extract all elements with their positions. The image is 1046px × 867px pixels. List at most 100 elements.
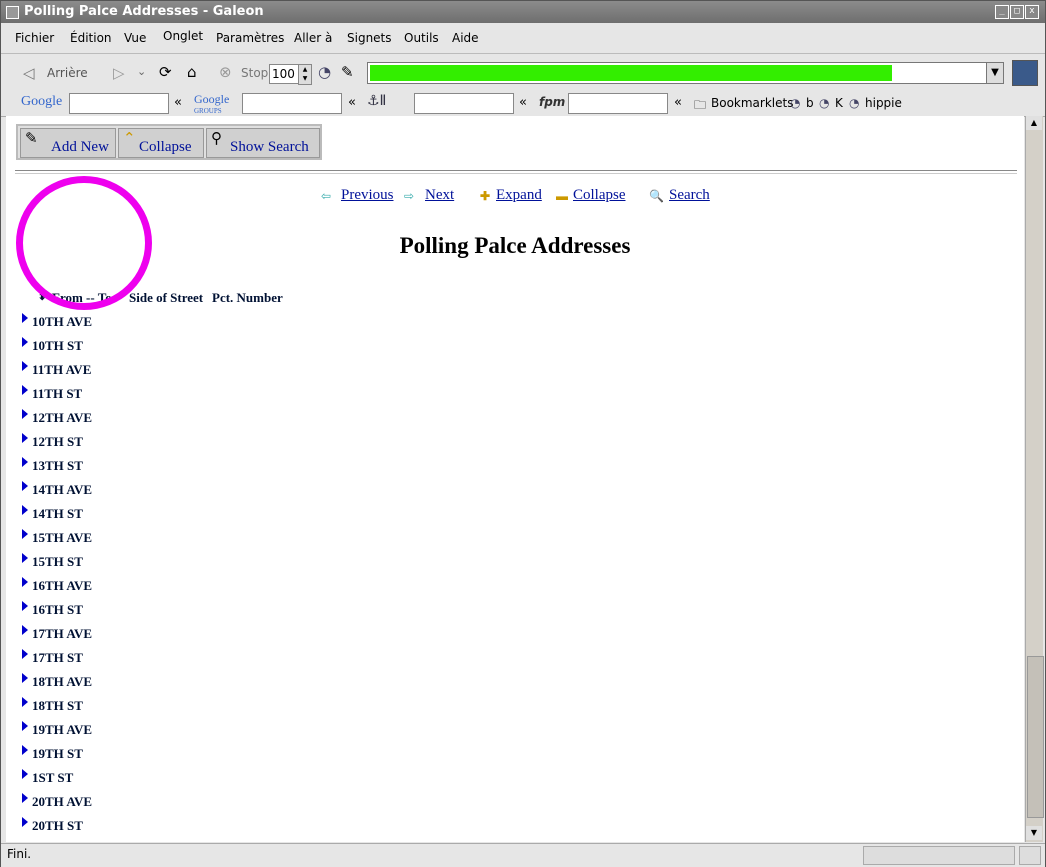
expand-triangle-icon[interactable] — [22, 313, 28, 323]
menu-aide[interactable]: Aide — [452, 31, 479, 45]
expand-triangle-icon[interactable] — [22, 385, 28, 395]
street-row[interactable]: 13TH ST — [22, 457, 83, 474]
expand-triangle-icon[interactable] — [22, 529, 28, 539]
title-bar[interactable]: Polling Palce Addresses - Galeon _ □ x — [1, 1, 1045, 23]
bookmark-k[interactable]: K — [835, 96, 843, 110]
street-row[interactable]: 18TH ST — [22, 697, 83, 714]
menu-aller[interactable]: Aller à — [294, 31, 332, 45]
expand-triangle-icon[interactable] — [22, 745, 28, 755]
street-row[interactable]: 17TH ST — [22, 649, 83, 666]
home-icon[interactable]: ⌂ — [187, 64, 197, 80]
column-from-to[interactable]: From -- To — [52, 290, 112, 306]
menu-parametres[interactable]: Paramètres — [216, 31, 284, 45]
forward-icon[interactable]: ▷ — [113, 65, 125, 81]
security-lock-icon[interactable] — [1019, 846, 1041, 865]
collapse-link[interactable]: Collapse — [573, 187, 626, 204]
street-row[interactable]: 12TH ST — [22, 433, 83, 450]
expand-triangle-icon[interactable] — [22, 649, 28, 659]
zoom-input[interactable]: 100 — [269, 64, 301, 84]
street-row[interactable]: 17TH AVE — [22, 625, 92, 642]
add-new-button[interactable]: ✎ Add New — [20, 128, 116, 158]
google-search-go[interactable]: « — [174, 95, 182, 110]
expand-link[interactable]: Expand — [496, 187, 542, 204]
expand-triangle-icon[interactable] — [22, 505, 28, 515]
street-row[interactable]: 19TH ST — [22, 745, 83, 762]
street-row[interactable]: 12TH AVE — [22, 409, 92, 426]
column-pct-number[interactable]: Pct. Number — [212, 290, 283, 306]
expand-triangle-icon[interactable] — [22, 577, 28, 587]
street-row[interactable]: 16TH AVE — [22, 577, 92, 594]
street-row[interactable]: 10TH AVE — [22, 313, 92, 330]
street-row[interactable]: 14TH AVE — [22, 481, 92, 498]
expand-triangle-icon[interactable] — [22, 697, 28, 707]
dictionary-search-go[interactable]: « — [519, 95, 527, 110]
sort-icon[interactable]: ⬍ — [38, 292, 46, 303]
menu-signets[interactable]: Signets — [347, 31, 392, 45]
back-button[interactable]: Arrière — [47, 66, 88, 80]
expand-triangle-icon[interactable] — [22, 361, 28, 371]
street-row[interactable]: 20TH ST — [22, 817, 83, 834]
search-link[interactable]: Search — [669, 187, 710, 204]
street-row[interactable]: 11TH AVE — [22, 361, 91, 378]
brush-icon[interactable]: ✎ — [341, 64, 354, 80]
street-row[interactable]: 18TH AVE — [22, 673, 92, 690]
scroll-down-icon[interactable]: ▼ — [1026, 826, 1042, 840]
window-menu-icon[interactable] — [6, 6, 19, 19]
expand-triangle-icon[interactable] — [22, 457, 28, 467]
expand-triangle-icon[interactable] — [22, 817, 28, 827]
expand-triangle-icon[interactable] — [22, 769, 28, 779]
expand-triangle-icon[interactable] — [22, 601, 28, 611]
google-search-input[interactable] — [69, 93, 169, 114]
bookmark-b[interactable]: b — [806, 96, 814, 110]
street-row[interactable]: 16TH ST — [22, 601, 83, 618]
fpm-search-input[interactable] — [568, 93, 668, 114]
stop-button[interactable]: Stop — [241, 66, 268, 80]
reload-icon[interactable]: ⟳ — [159, 64, 172, 80]
spoon-icon[interactable]: ◔ — [318, 64, 331, 80]
street-row[interactable]: 11TH ST — [22, 385, 82, 402]
throbber-icon[interactable] — [1012, 60, 1038, 86]
url-history-dropdown[interactable]: ▼ — [986, 62, 1004, 84]
forward-history-chevron-icon[interactable]: ⌄ — [137, 64, 146, 80]
fpm-search-go[interactable]: « — [674, 95, 682, 110]
minimize-icon[interactable]: _ — [995, 5, 1009, 19]
google-groups-search-go[interactable]: « — [348, 95, 356, 110]
url-field[interactable] — [367, 62, 987, 84]
stop-icon[interactable]: ⊗ — [219, 64, 232, 80]
scrollbar-thumb[interactable] — [1027, 656, 1044, 818]
bookmarklets-folder[interactable]: Bookmarklets — [711, 96, 793, 110]
street-row[interactable]: 15TH AVE — [22, 529, 92, 546]
street-row[interactable]: 1ST ST — [22, 769, 73, 786]
menu-fichier[interactable]: Fichier — [15, 31, 54, 45]
dictionary-search-input[interactable] — [414, 93, 514, 114]
menu-onglet[interactable]: Onglet — [163, 29, 203, 43]
street-row[interactable]: 20TH AVE — [22, 793, 92, 810]
close-icon[interactable]: x — [1025, 5, 1039, 19]
previous-link[interactable]: Previous — [341, 187, 394, 204]
street-row[interactable]: 15TH ST — [22, 553, 83, 570]
zoom-spinner[interactable]: ▲ ▼ — [298, 64, 312, 85]
street-row[interactable]: 14TH ST — [22, 505, 83, 522]
expand-triangle-icon[interactable] — [22, 433, 28, 443]
expand-triangle-icon[interactable] — [22, 673, 28, 683]
menu-vue[interactable]: Vue — [124, 31, 146, 45]
back-arrow-icon[interactable]: ◁ — [23, 65, 35, 81]
scroll-up-icon[interactable]: ▲ — [1026, 116, 1042, 130]
street-row[interactable]: 10TH ST — [22, 337, 83, 354]
show-search-button[interactable]: ⚲ Show Search — [206, 128, 320, 158]
expand-triangle-icon[interactable] — [22, 481, 28, 491]
google-groups-search-input[interactable] — [242, 93, 342, 114]
menu-outils[interactable]: Outils — [404, 31, 439, 45]
expand-triangle-icon[interactable] — [22, 553, 28, 563]
column-side-of-street[interactable]: Side of Street — [129, 290, 203, 306]
menu-edition[interactable]: Édition — [70, 31, 112, 45]
expand-triangle-icon[interactable] — [22, 625, 28, 635]
maximize-icon[interactable]: □ — [1010, 5, 1024, 19]
expand-triangle-icon[interactable] — [22, 721, 28, 731]
bookmark-hippie[interactable]: hippie — [865, 96, 902, 110]
next-link[interactable]: Next — [425, 187, 454, 204]
expand-triangle-icon[interactable] — [22, 793, 28, 803]
street-row[interactable]: 19TH AVE — [22, 721, 92, 738]
vertical-scrollbar[interactable]: ▲ ▼ — [1025, 116, 1044, 842]
expand-triangle-icon[interactable] — [22, 409, 28, 419]
